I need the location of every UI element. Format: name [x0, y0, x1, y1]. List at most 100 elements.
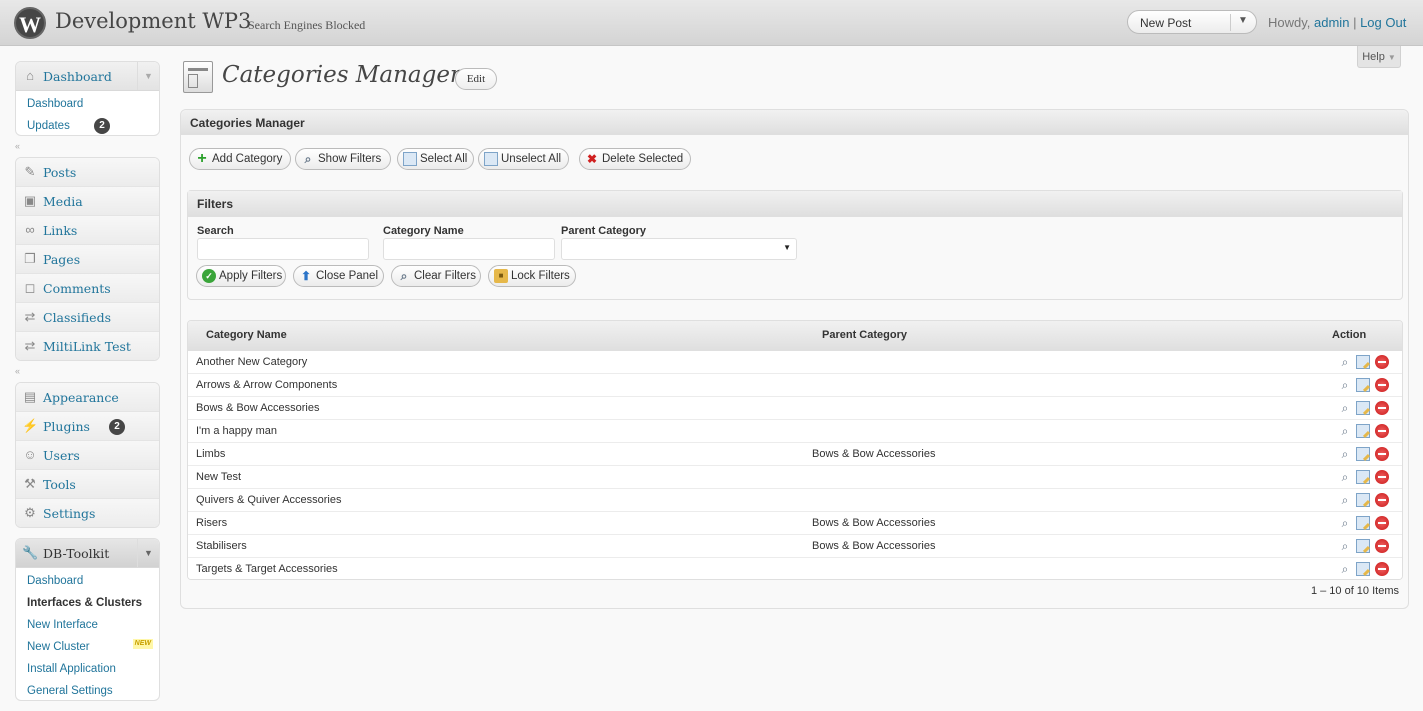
new-badge: NEW — [132, 639, 153, 649]
favorite-actions-dropdown[interactable]: New Post ▼ — [1127, 10, 1257, 34]
pagination-count: 1 – 10 of 10 Items — [1310, 585, 1399, 597]
separator: | — [1353, 15, 1357, 30]
favorite-action-label[interactable]: New Post — [1140, 16, 1191, 30]
view-magnifier-icon[interactable]: ⌕ — [1338, 378, 1352, 392]
table-row[interactable]: Quivers & Quiver Accessories ⌕ — [188, 489, 1402, 512]
close-panel-button[interactable]: ⬆ Close Panel — [293, 265, 384, 287]
submenu-item-dashboard[interactable]: Dashboard — [16, 570, 159, 592]
menu-item-classifieds[interactable]: ⇄ Classifieds — [16, 303, 159, 332]
table-row[interactable]: Another New Category ⌕ — [188, 351, 1402, 374]
view-magnifier-icon[interactable]: ⌕ — [1338, 401, 1352, 415]
delete-icon[interactable] — [1375, 562, 1389, 576]
edit-button[interactable]: Edit — [455, 68, 497, 90]
lock-filters-button[interactable]: ■ Lock Filters — [488, 265, 576, 287]
table-row[interactable]: Stabilisers Bows & Bow Accessories ⌕ — [188, 535, 1402, 558]
search-engines-note[interactable]: Search Engines Blocked — [248, 18, 365, 33]
delete-x-icon: ✖ — [586, 152, 598, 166]
column-header-category-name[interactable]: Category Name — [206, 329, 287, 341]
delete-selected-button[interactable]: ✖ Delete Selected — [579, 148, 691, 170]
menu-toggle-icon[interactable]: ▼ — [137, 62, 159, 90]
menu-item-tools[interactable]: ⚒ Tools — [16, 470, 159, 499]
table-row[interactable]: Arrows & Arrow Components ⌕ — [188, 374, 1402, 397]
menu-item-settings[interactable]: ⚙ Settings — [16, 499, 159, 527]
table-row[interactable]: Limbs Bows & Bow Accessories ⌕ — [188, 443, 1402, 466]
button-label: Delete Selected — [602, 153, 684, 165]
view-magnifier-icon[interactable]: ⌕ — [1338, 562, 1352, 576]
submenu-item-interfaces-clusters[interactable]: Interfaces & Clusters — [16, 592, 159, 614]
view-magnifier-icon[interactable]: ⌕ — [1338, 516, 1352, 530]
collapse-menu-icon[interactable]: « — [15, 141, 20, 151]
button-label: Unselect All — [501, 153, 562, 165]
menu-toggle-icon[interactable]: ▼ — [137, 539, 159, 567]
edit-icon[interactable] — [1356, 447, 1370, 461]
delete-icon[interactable] — [1375, 539, 1389, 553]
edit-icon[interactable] — [1356, 378, 1370, 392]
table-row[interactable]: Risers Bows & Bow Accessories ⌕ — [188, 512, 1402, 535]
submenu-item-new-cluster[interactable]: New Cluster NEW — [16, 636, 159, 658]
edit-icon[interactable] — [1356, 516, 1370, 530]
column-header-parent-category[interactable]: Parent Category — [822, 329, 907, 341]
delete-icon[interactable] — [1375, 378, 1389, 392]
cell-category-name: Limbs — [196, 448, 226, 460]
table-row[interactable]: Bows & Bow Accessories ⌕ — [188, 397, 1402, 420]
logout-link[interactable]: Log Out — [1360, 15, 1406, 30]
table-row[interactable]: New Test ⌕ — [188, 466, 1402, 489]
menu-item-media[interactable]: ▣ Media — [16, 187, 159, 216]
menu-item-plugins[interactable]: ⚡ Plugins 2 — [16, 412, 159, 441]
table-row[interactable]: Targets & Target Accessories ⌕ — [188, 558, 1402, 579]
view-magnifier-icon[interactable]: ⌕ — [1338, 355, 1352, 369]
parent-category-select[interactable]: ▼ — [561, 238, 797, 260]
edit-icon[interactable] — [1356, 424, 1370, 438]
delete-icon[interactable] — [1375, 516, 1389, 530]
view-magnifier-icon[interactable]: ⌕ — [1338, 493, 1352, 507]
delete-icon[interactable] — [1375, 470, 1389, 484]
table-row[interactable]: I'm a happy man ⌕ — [188, 420, 1402, 443]
menu-item-posts[interactable]: ✎ Posts — [16, 158, 159, 187]
view-magnifier-icon[interactable]: ⌕ — [1338, 424, 1352, 438]
edit-icon[interactable] — [1356, 470, 1370, 484]
edit-icon[interactable] — [1356, 355, 1370, 369]
menu-item-comments[interactable]: ◻ Comments — [16, 274, 159, 303]
view-magnifier-icon[interactable]: ⌕ — [1338, 470, 1352, 484]
show-filters-button[interactable]: ⌕ Show Filters — [295, 148, 391, 170]
unselect-all-button[interactable]: Unselect All — [478, 148, 569, 170]
chevron-down-icon: ▼ — [783, 243, 791, 252]
view-magnifier-icon[interactable]: ⌕ — [1338, 447, 1352, 461]
menu-item-miltilink-test[interactable]: ⇄ MiltiLink Test — [16, 332, 159, 360]
wordpress-logo-icon[interactable]: W — [14, 7, 46, 39]
site-title[interactable]: Development WP3 — [55, 9, 251, 33]
menu-item-pages[interactable]: ❐ Pages — [16, 245, 159, 274]
delete-icon[interactable] — [1375, 424, 1389, 438]
submenu-item-install-application[interactable]: Install Application — [16, 658, 159, 680]
search-input[interactable] — [197, 238, 369, 260]
add-category-button[interactable]: + Add Category — [189, 148, 291, 170]
help-button[interactable]: Help ▼ — [1357, 46, 1401, 68]
chevron-down-icon[interactable]: ▼ — [1238, 15, 1248, 26]
edit-icon[interactable] — [1356, 539, 1370, 553]
user-link[interactable]: admin — [1314, 15, 1349, 30]
apply-filters-button[interactable]: ✓ Apply Filters — [196, 265, 286, 287]
category-name-input[interactable] — [383, 238, 555, 260]
submenu-item-dashboard[interactable]: Dashboard — [16, 93, 159, 115]
menu-head-dashboard[interactable]: ⌂ Dashboard ▼ — [16, 62, 159, 91]
edit-icon[interactable] — [1356, 493, 1370, 507]
delete-icon[interactable] — [1375, 493, 1389, 507]
clear-filters-button[interactable]: ⌕ Clear Filters — [391, 265, 481, 287]
menu-item-appearance[interactable]: ▤ Appearance — [16, 383, 159, 412]
delete-icon[interactable] — [1375, 447, 1389, 461]
view-magnifier-icon[interactable]: ⌕ — [1338, 539, 1352, 553]
delete-icon[interactable] — [1375, 355, 1389, 369]
edit-icon[interactable] — [1356, 562, 1370, 576]
submenu-item-new-interface[interactable]: New Interface — [16, 614, 159, 636]
select-all-button[interactable]: Select All — [397, 148, 474, 170]
menu-label: Comments — [43, 281, 111, 296]
menu-label: Media — [43, 194, 83, 209]
submenu-item-updates[interactable]: Updates 2 — [16, 115, 159, 135]
menu-item-links[interactable]: ∞ Links — [16, 216, 159, 245]
collapse-menu-icon[interactable]: « — [15, 366, 20, 376]
delete-icon[interactable] — [1375, 401, 1389, 415]
edit-icon[interactable] — [1356, 401, 1370, 415]
menu-head-db-toolkit[interactable]: 🔧 DB-Toolkit ▼ — [16, 539, 159, 568]
menu-item-users[interactable]: ☺ Users — [16, 441, 159, 470]
submenu-item-general-settings[interactable]: General Settings — [16, 680, 159, 700]
